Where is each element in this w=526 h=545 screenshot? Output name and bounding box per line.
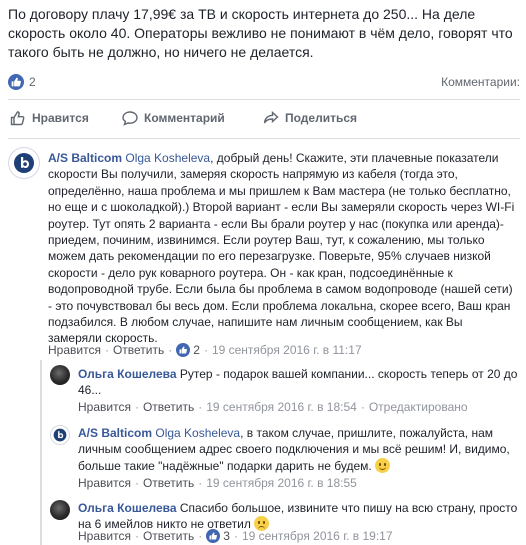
avatar[interactable] — [50, 425, 70, 445]
comment-button[interactable]: Комментарий — [122, 104, 225, 132]
comment-timestamp[interactable]: 19 сентября 2016 г. в 18:54 — [206, 400, 357, 414]
comment-like-link[interactable]: Нравится — [78, 476, 131, 490]
comment-timestamp[interactable]: 19 сентября 2016 г. в 19:17 — [242, 529, 393, 543]
like-icon[interactable] — [8, 74, 24, 90]
divider — [8, 99, 520, 100]
avatar[interactable] — [50, 365, 70, 385]
comment-reply-link[interactable]: Ответить — [143, 529, 194, 543]
like-icon — [176, 343, 191, 357]
reaction-count[interactable]: 3 — [223, 529, 230, 543]
avatar[interactable] — [8, 147, 40, 179]
share-button[interactable]: Поделиться — [263, 104, 357, 132]
comment-meta: Нравится · Ответить · 3 · 19 сентября 20… — [78, 529, 393, 543]
comments-label[interactable]: Комментарии: — [441, 75, 520, 89]
comment-meta: Нравится · Ответить · 2 · 19 сентября 20… — [48, 343, 362, 357]
comment-reply-link[interactable]: Ответить — [113, 343, 164, 357]
reaction-summary: 2 Комментарии: — [8, 72, 520, 92]
comment-author[interactable]: A/S Balticom — [78, 426, 152, 440]
edited-label[interactable]: Отредактировано — [369, 400, 468, 414]
comment-text: Ольга Кошелева Рутер - подарок вашей ком… — [78, 366, 518, 399]
comment-author[interactable]: Ольга Кошелева — [78, 367, 177, 381]
balticom-logo — [53, 428, 67, 442]
comment-author[interactable]: Ольга Кошелева — [78, 501, 177, 515]
comment-meta: Нравится · Ответить · 19 сентября 2016 г… — [78, 476, 357, 490]
thumbs-up-icon — [10, 110, 26, 126]
divider — [8, 138, 520, 139]
reaction-count[interactable]: 2 — [193, 343, 200, 357]
comment-meta: Нравится · Ответить · 19 сентября 2016 г… — [78, 400, 468, 414]
mention-link[interactable]: Olga Kosheleva — [155, 426, 240, 440]
comment-like-link[interactable]: Нравится — [78, 400, 131, 414]
avatar[interactable] — [50, 500, 70, 520]
share-icon — [263, 110, 279, 126]
comment-body: , добрый день! Скажите, эти плачевные по… — [48, 151, 515, 346]
comment-icon — [122, 110, 138, 126]
comment-text: A/S Balticom Olga Kosheleva, добрый день… — [48, 150, 518, 347]
comment-timestamp[interactable]: 19 сентября 2016 г. в 11:17 — [212, 343, 362, 357]
comment-like-link[interactable]: Нравится — [78, 529, 131, 543]
smile-emoji — [375, 457, 391, 473]
comment-like-link[interactable]: Нравится — [48, 343, 101, 357]
comment-text: Ольга Кошелева Спасибо большое, извините… — [78, 500, 518, 533]
comment-text: A/S Balticom Olga Kosheleva, в таком слу… — [78, 425, 518, 474]
comment-button-label: Комментарий — [144, 111, 225, 125]
balticom-logo — [14, 153, 34, 173]
post-text: По договору плачу 17,99€ за ТВ и скорост… — [8, 6, 513, 60]
comment-timestamp[interactable]: 19 сентября 2016 г. в 18:55 — [206, 476, 357, 490]
like-count[interactable]: 2 — [29, 75, 36, 89]
comment-author[interactable]: A/S Balticom — [48, 151, 122, 165]
comment-reply-link[interactable]: Ответить — [143, 400, 194, 414]
like-button-label: Нравится — [32, 111, 89, 125]
action-bar: Нравится Комментарий Поделиться — [0, 104, 526, 132]
comment-reply-link[interactable]: Ответить — [143, 476, 194, 490]
mention-link[interactable]: Olga Kosheleva — [125, 151, 210, 165]
like-icon — [206, 529, 221, 543]
like-button[interactable]: Нравится — [10, 104, 89, 132]
reply-thread-line — [40, 360, 42, 545]
share-button-label: Поделиться — [285, 111, 358, 125]
